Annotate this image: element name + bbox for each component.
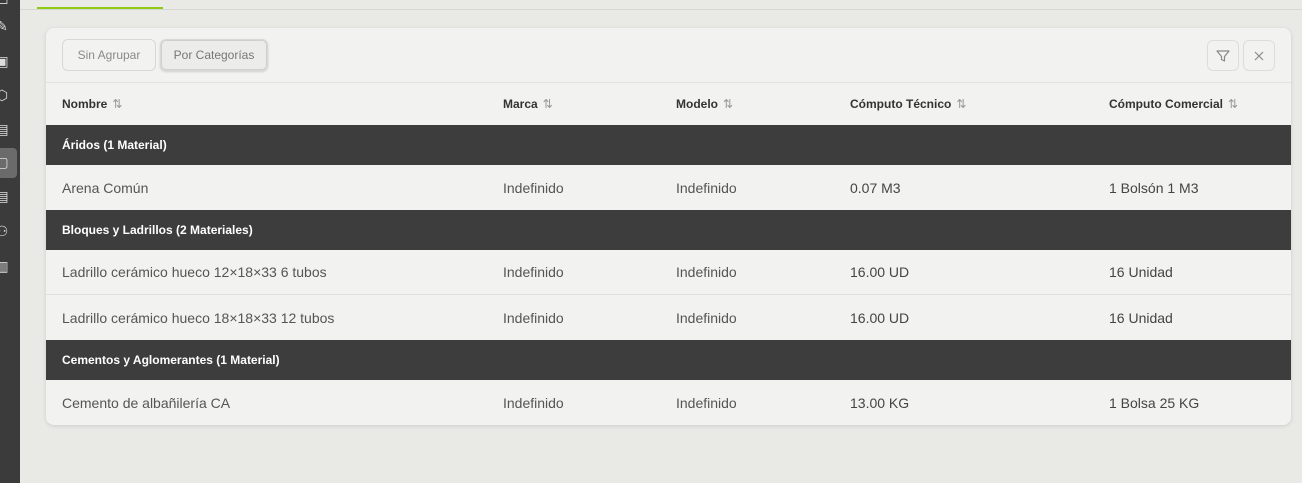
- sort-icon[interactable]: ⇅: [543, 97, 553, 111]
- cell-marca: Indefinido: [503, 394, 564, 411]
- cell-modelo: Indefinido: [676, 264, 737, 280]
- cell-modelo: Indefinido: [676, 309, 737, 326]
- table-header: Nombre ⇅ Marca ⇅ Modelo ⇅ Cómputo Técnico ⇅ …: [46, 83, 1291, 125]
- chart-icon[interactable]: ▥: [0, 258, 10, 274]
- active-tab-indicator[interactable]: [37, 7, 163, 9]
- column-label: Marca: [503, 97, 538, 111]
- tab-bar-divider: [20, 9, 1302, 10]
- cell-computo-tecnico: 0.07 M3: [850, 179, 901, 196]
- column-label: Cómputo Comercial: [1109, 97, 1224, 111]
- group-row[interactable]: Bloques y Ladrillos (2 Materiales): [46, 210, 1291, 250]
- column-label: Cómputo Técnico: [850, 97, 952, 111]
- cell-computo-comercial: 16 Unidad: [1109, 264, 1173, 280]
- cell-computo-tecnico: 13.00 KG: [850, 394, 910, 411]
- column-header-computo-comercial[interactable]: Cómputo Comercial ⇅: [1109, 83, 1238, 125]
- home-icon[interactable]: ▭: [0, 0, 10, 8]
- cell-computo-comercial: 1 Bolsón 1 M3: [1109, 179, 1199, 196]
- cell-nombre: Arena Común: [62, 179, 149, 196]
- table-row[interactable]: Cemento de albañilería CA Indefinido Ind…: [46, 380, 1291, 425]
- cell-marca: Indefinido: [503, 309, 564, 326]
- calendar-icon[interactable]: ▣: [0, 53, 10, 69]
- toolbar: Sin Agrupar Por Categorías: [46, 28, 1291, 83]
- cell-computo-comercial: 1 Bolsa 25 KG: [1109, 394, 1200, 411]
- cell-modelo: Indefinido: [676, 394, 737, 411]
- materials-icon[interactable]: ▢: [0, 154, 10, 170]
- table-row[interactable]: Ladrillo cerámico hueco 18×18×33 12 tubo…: [46, 295, 1291, 340]
- sidebar: ▭ ✎ ▣ ⬡ ▤ ▢ ▤ ⚇ ▥: [0, 0, 20, 483]
- column-header-nombre[interactable]: Nombre ⇅: [62, 83, 122, 125]
- close-button[interactable]: [1243, 40, 1275, 71]
- cell-nombre: Cemento de albañilería CA: [62, 394, 231, 411]
- cell-modelo: Indefinido: [676, 179, 737, 196]
- filter-button[interactable]: [1207, 40, 1239, 71]
- sort-icon[interactable]: ⇅: [1228, 97, 1238, 111]
- cell-computo-comercial: 16 Unidad: [1109, 309, 1173, 326]
- cell-marca: Indefinido: [503, 179, 564, 196]
- cell-nombre: Ladrillo cerámico hueco 12×18×33 6 tubos: [62, 264, 327, 280]
- edit-icon[interactable]: ✎: [0, 18, 10, 34]
- materials-card: Sin Agrupar Por Categorías Nombre ⇅ Marca…: [46, 28, 1291, 425]
- filter-icon: [1216, 49, 1230, 62]
- group-none-button[interactable]: Sin Agrupar: [62, 39, 156, 71]
- table-row[interactable]: Arena Común Indefinido Indefinido 0.07 M…: [46, 165, 1291, 210]
- group-category-button[interactable]: Por Categorías: [160, 39, 268, 71]
- table-row[interactable]: Ladrillo cerámico hueco 12×18×33 6 tubos…: [46, 250, 1291, 295]
- group-row[interactable]: Áridos (1 Material): [46, 125, 1291, 165]
- box-icon[interactable]: ⬡: [0, 87, 10, 103]
- calculator-icon[interactable]: ▤: [0, 121, 10, 137]
- column-header-modelo[interactable]: Modelo ⇅: [676, 83, 733, 125]
- close-icon: [1254, 51, 1264, 60]
- group-row[interactable]: Cementos y Aglomerantes (1 Material): [46, 340, 1291, 380]
- cell-computo-tecnico: 16.00 UD: [850, 264, 910, 280]
- group-title: Cementos y Aglomerantes (1 Material): [62, 353, 280, 367]
- column-header-computo-tecnico[interactable]: Cómputo Técnico ⇅: [850, 83, 966, 125]
- column-label: Nombre: [62, 97, 108, 111]
- group-title: Bloques y Ladrillos (2 Materiales): [62, 223, 253, 237]
- users-icon[interactable]: ⚇: [0, 223, 10, 239]
- sort-icon[interactable]: ⇅: [956, 97, 966, 111]
- sort-icon[interactable]: ⇅: [112, 97, 122, 111]
- sort-icon[interactable]: ⇅: [723, 97, 733, 111]
- cell-marca: Indefinido: [503, 264, 564, 280]
- column-label: Modelo: [676, 97, 718, 111]
- cell-nombre: Ladrillo cerámico hueco 18×18×33 12 tubo…: [62, 309, 335, 326]
- cell-computo-tecnico: 16.00 UD: [850, 309, 910, 326]
- column-header-marca[interactable]: Marca ⇅: [503, 83, 553, 125]
- document-icon[interactable]: ▤: [0, 188, 10, 204]
- group-title: Áridos (1 Material): [62, 138, 167, 152]
